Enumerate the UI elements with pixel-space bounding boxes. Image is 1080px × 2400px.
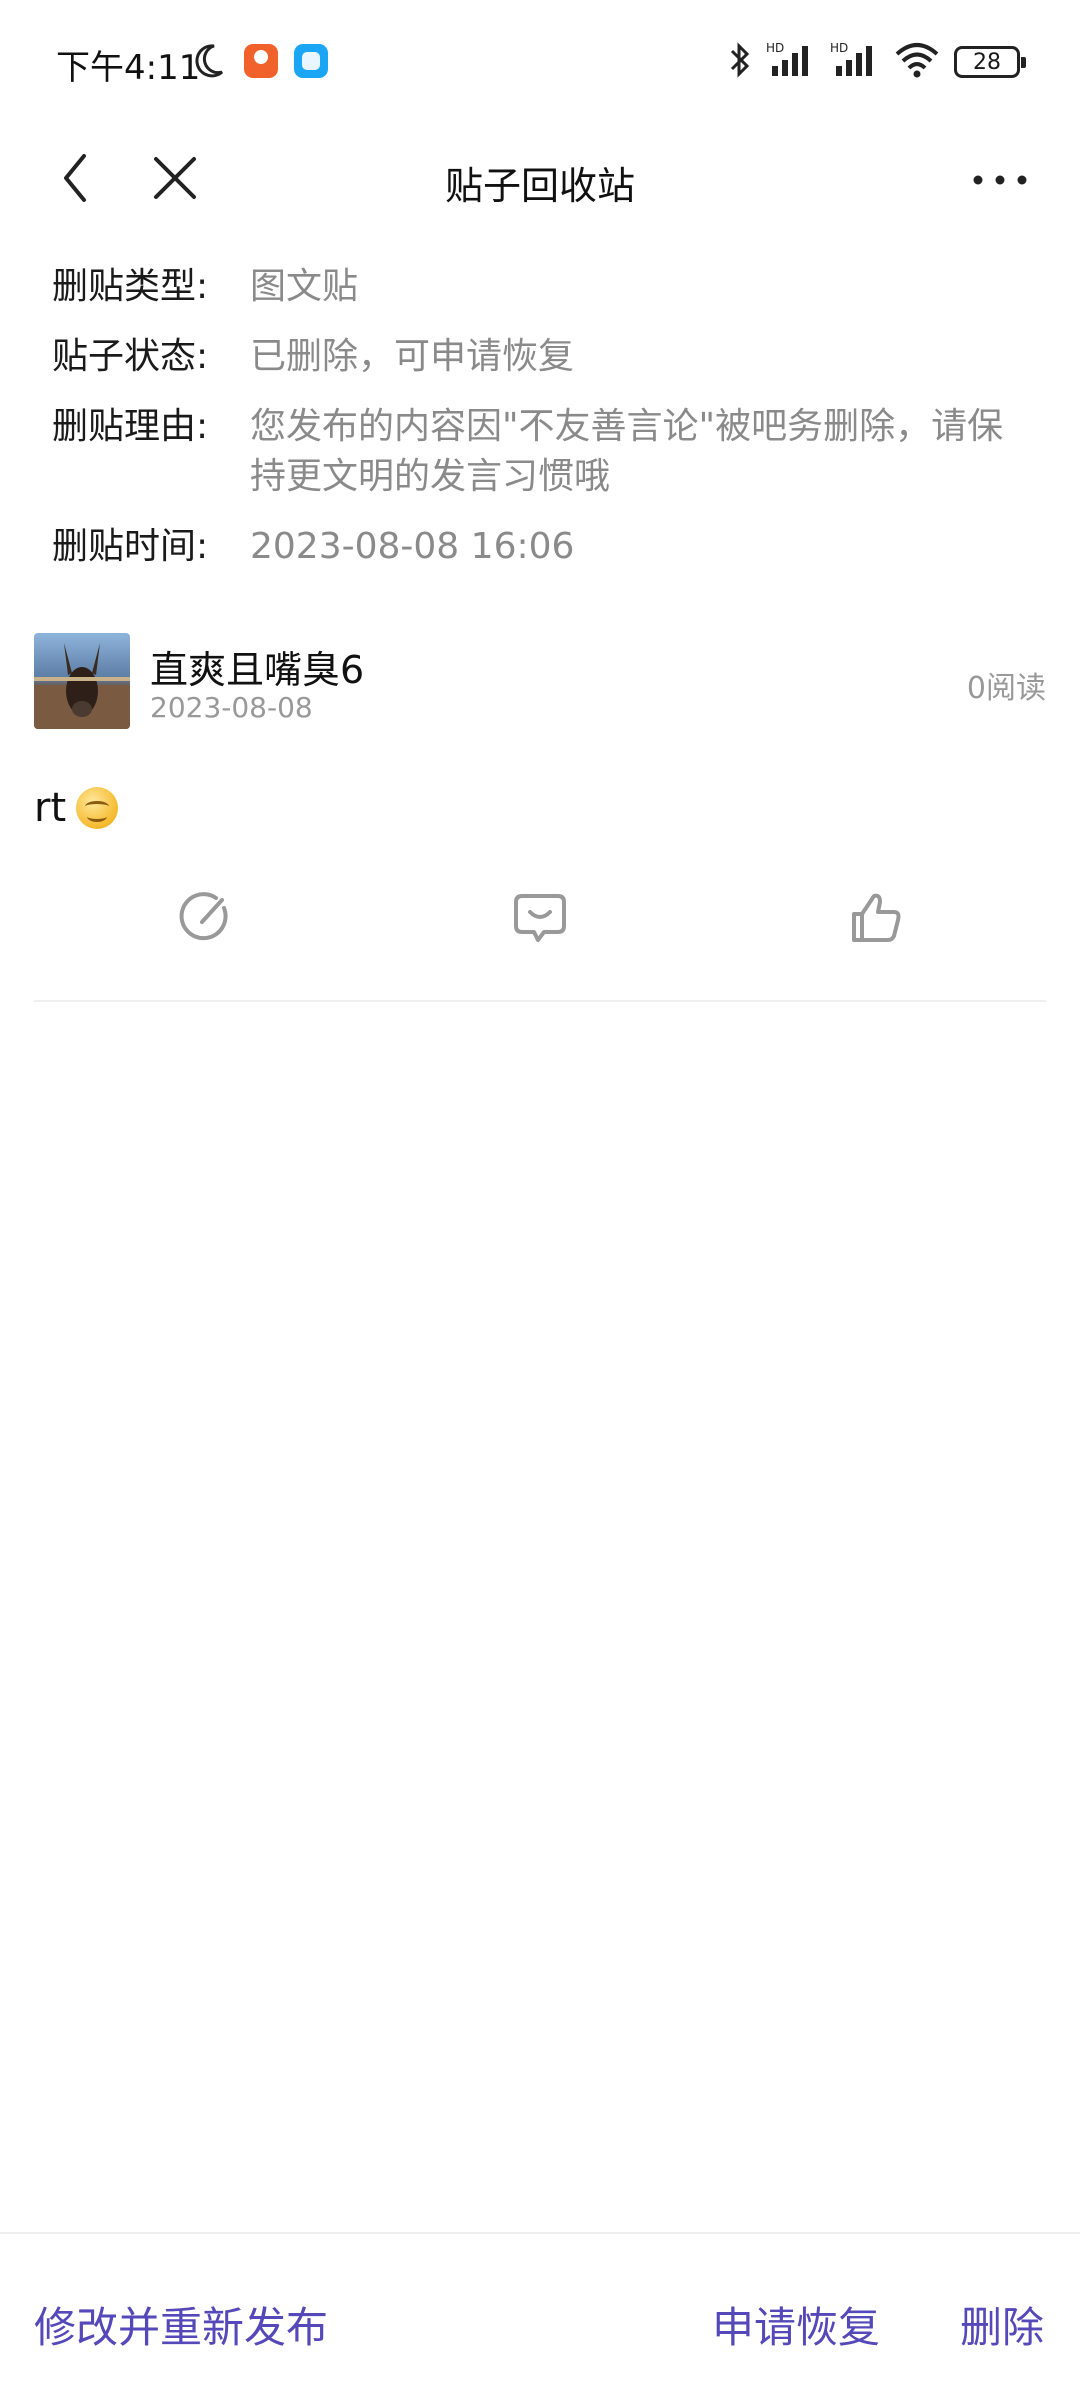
status-time: 下午4:11 [56, 48, 201, 88]
status-value: 已删除，可申请恢复 [250, 336, 575, 377]
info-row-reason: 删贴理由: 您发布的内容因"不友善言论"被吧务删除，请保持更文明的发言习惯哦 [52, 402, 1032, 502]
type-label: 删贴类型: [52, 266, 209, 307]
time-label: 删贴时间: [52, 526, 209, 567]
app-notification-icon [244, 44, 278, 78]
delete-button[interactable]: 删除 [960, 2294, 1044, 2355]
comment-button[interactable] [500, 880, 580, 960]
smile-emoji-icon [76, 787, 119, 829]
wifi-icon [894, 40, 940, 84]
time-value: 2023-08-08 16:06 [250, 526, 575, 567]
back-icon [60, 152, 90, 208]
system-icons: HD HD 28 [728, 40, 1026, 84]
like-button[interactable] [836, 880, 916, 960]
back-button[interactable] [40, 145, 110, 215]
nav-bar: 贴子回收站 [0, 125, 1080, 240]
bottom-action-bar: 修改并重新发布 申请恢复 删除 [0, 2232, 1080, 2400]
reason-value: 您发布的内容因"不友善言论"被吧务删除，请保持更文明的发言习惯哦 [250, 406, 1004, 497]
close-button[interactable] [140, 145, 210, 215]
avatar[interactable] [34, 633, 130, 729]
more-button[interactable] [960, 145, 1040, 215]
signal-icon: HD [766, 40, 816, 84]
edit-republish-button[interactable]: 修改并重新发布 [34, 2294, 328, 2355]
post-text: rt [34, 785, 67, 831]
more-icon [972, 171, 1028, 190]
battery-icon: 28 [954, 46, 1026, 78]
svg-text:HD: HD [830, 41, 848, 55]
apply-restore-button[interactable]: 申请恢复 [712, 2294, 880, 2355]
app-notification-icon-2 [294, 44, 328, 78]
type-value: 图文贴 [250, 266, 359, 307]
reason-label: 删贴理由: [52, 406, 209, 447]
status-label: 贴子状态: [52, 336, 209, 377]
post-date: 2023-08-08 [150, 691, 313, 724]
svg-text:HD: HD [766, 41, 784, 55]
battery-level: 28 [973, 49, 1001, 75]
read-count: 0阅读 [966, 671, 1046, 706]
info-row-type: 删贴类型: 图文贴 [52, 262, 1032, 312]
divider [34, 1000, 1046, 1002]
share-button[interactable] [164, 880, 244, 960]
comment-icon [512, 890, 568, 950]
post-header: 直爽且嘴臭6 2023-08-08 0阅读 [34, 633, 1046, 729]
close-icon [152, 155, 198, 205]
post-content: rt [34, 785, 119, 831]
signal-icon-2: HD [830, 40, 880, 84]
deletion-info: 删贴类型: 图文贴 贴子状态: 已删除，可申请恢复 删贴理由: 您发布的内容因"… [52, 262, 1032, 592]
bluetooth-icon [728, 40, 752, 84]
post-actions [34, 880, 1046, 960]
username[interactable]: 直爽且嘴臭6 [150, 639, 364, 694]
thumbs-up-icon [848, 890, 904, 950]
info-row-status: 贴子状态: 已删除，可申请恢复 [52, 332, 1032, 382]
status-bar: 下午4:11 HD HD 28 [0, 0, 1080, 125]
share-icon [176, 890, 232, 950]
moon-icon [192, 42, 226, 84]
info-row-time: 删贴时间: 2023-08-08 16:06 [52, 522, 1032, 572]
